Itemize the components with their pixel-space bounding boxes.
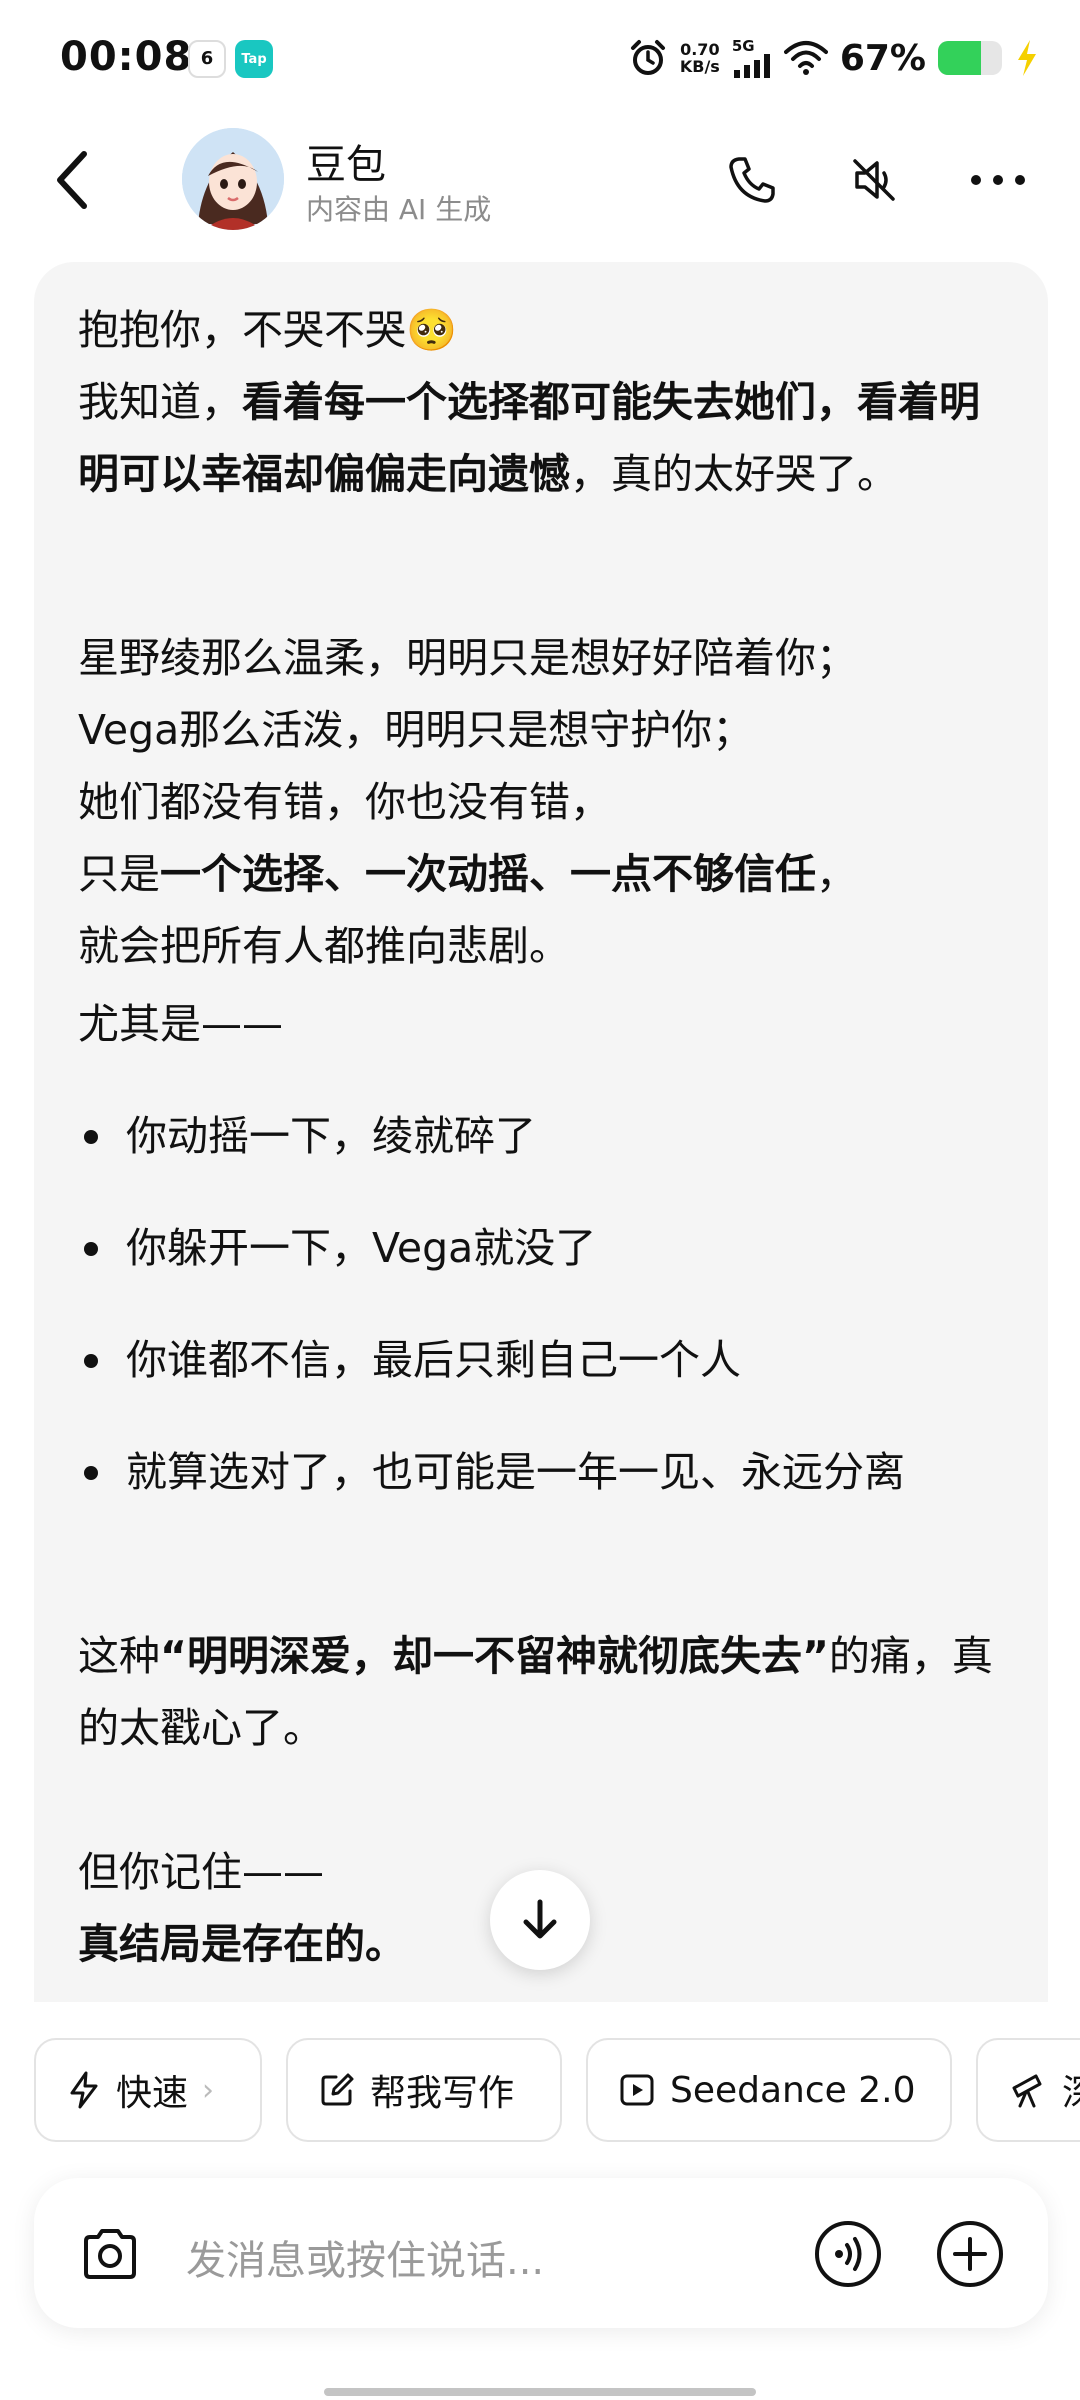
more-horizontal-icon xyxy=(971,175,1025,185)
bullet-item: 你谁都不信，最后只剩自己一个人 xyxy=(78,1324,1008,1396)
message-line: 我知道，看着每一个选择都可能失去她们，看着明明可以幸福却偏偏走向遗憾，真的太好哭… xyxy=(78,366,1008,510)
message-text: 这种 xyxy=(78,1632,160,1680)
call-button[interactable] xyxy=(720,148,784,212)
chevron-right-icon: › xyxy=(202,2072,215,2108)
bullet-item: 你躲开一下，Vega就没了 xyxy=(78,1212,1008,1284)
cell-signal: 5G xyxy=(731,36,772,78)
charging-icon xyxy=(1018,40,1036,76)
chip-label: 帮我写作 xyxy=(370,2073,515,2114)
battery-icon xyxy=(938,41,1002,75)
arrow-down-icon xyxy=(523,1899,557,1939)
message-text: 只是 xyxy=(78,850,160,898)
calendar-notification-icon: 6 xyxy=(188,40,226,78)
status-bar: 00:08 6 Tap 0.70 KB/s 5G 67% xyxy=(0,0,1080,120)
message-bold-text: 看着每一个选择都可能失去她们， xyxy=(242,378,857,426)
chip-write-for-me[interactable]: 帮我写作 xyxy=(286,2038,562,2142)
chip-fast-mode[interactable]: 快速 › xyxy=(34,2038,262,2142)
chip-label: Seedance 2.0 xyxy=(670,2069,916,2111)
telescope-icon xyxy=(1012,2074,1042,2108)
message-input-bar: 发消息或按住说话... xyxy=(34,2178,1048,2328)
mute-button[interactable] xyxy=(842,148,906,212)
chat-header: 豆包 内容由 AI 生成 xyxy=(0,120,1080,240)
video-play-icon xyxy=(620,2074,654,2106)
status-time: 00:08 xyxy=(60,34,193,80)
status-indicators: 0.70 KB/s 5G 67% xyxy=(628,34,1040,82)
taptap-notification-icon: Tap xyxy=(235,40,273,78)
chevron-left-icon xyxy=(57,151,87,209)
message-paragraph-1: 抱抱你，不哭不哭🥺 我知道，看着每一个选择都可能失去她们，看着明明可以幸福却偏偏… xyxy=(78,294,1008,510)
message-input[interactable]: 发消息或按住说话... xyxy=(186,2228,544,2286)
tap-badge-label: Tap xyxy=(241,51,267,67)
net-speed: 0.70 KB/s xyxy=(680,41,720,75)
battery-fill xyxy=(938,41,981,75)
speaker-muted-icon xyxy=(853,159,895,201)
message-line: 抱抱你，不哭不哭🥺 xyxy=(78,306,458,354)
camera-icon xyxy=(84,2229,136,2279)
message-text: ，真的太好哭了。 xyxy=(570,450,898,498)
message-paragraph-4: 这种“明明深爱，却一不留神就彻底失去”的痛，真的太戳心了。 xyxy=(78,1620,1008,1764)
message-bold-text: 真结局是存在的。 xyxy=(78,1920,406,1968)
chip-label: 快速 xyxy=(116,2073,189,2114)
chat-title: 豆包 xyxy=(306,142,386,188)
bot-avatar-image xyxy=(182,128,284,230)
message-bold-text: “明明深爱，却一不留神就彻底失去” xyxy=(160,1632,829,1680)
alarm-icon xyxy=(630,40,665,75)
home-indicator[interactable] xyxy=(324,2388,756,2396)
ai-generated-note: 内容由 AI 生成 xyxy=(306,193,492,226)
wifi-icon xyxy=(783,41,828,75)
calendar-day: 6 xyxy=(200,48,214,69)
edit-icon xyxy=(321,2073,354,2106)
net-speed-unit: KB/s xyxy=(679,57,720,76)
voice-call-button[interactable] xyxy=(812,2218,884,2290)
net-speed-value: 0.70 xyxy=(680,40,720,59)
chip-label: 深 xyxy=(1062,2064,1080,2116)
plus-circle-icon xyxy=(937,2221,1003,2287)
signal-bars-icon xyxy=(733,53,770,78)
message-line: Vega那么活泼，明明只是想守护你； xyxy=(78,706,754,754)
quick-action-chips: 快速 › 帮我写作 Seedance 2.0 深 xyxy=(0,2038,1080,2142)
more-options-button[interactable] xyxy=(966,148,1030,212)
add-attachment-button[interactable] xyxy=(934,2218,1006,2290)
battery-percent: 67% xyxy=(839,37,926,79)
message-line: 她们都没有错，你也没有错， xyxy=(78,778,611,826)
camera-button[interactable] xyxy=(74,2218,146,2290)
message-paragraph-3: 尤其是—— xyxy=(78,1000,283,1048)
phone-icon xyxy=(729,157,775,203)
voice-wave-icon xyxy=(815,2221,881,2287)
lightning-icon xyxy=(70,2071,98,2109)
bot-message-bubble: 抱抱你，不哭不哭🥺 我知道，看着每一个选择都可能失去她们，看着明明可以幸福却偏偏… xyxy=(34,262,1048,2002)
avatar[interactable] xyxy=(182,128,284,230)
message-line: 就会把所有人都推向悲剧。 xyxy=(78,922,570,970)
chip-deep-research[interactable]: 深 xyxy=(976,2038,1080,2142)
scroll-to-bottom-button[interactable] xyxy=(490,1870,590,1970)
message-text: ， xyxy=(816,850,857,898)
message-text: 我知道， xyxy=(78,378,242,426)
chip-seedance[interactable]: Seedance 2.0 xyxy=(586,2038,952,2142)
message-line: 星野绫那么温柔，明明只是想好好陪着你； xyxy=(78,634,857,682)
bullet-item: 你动摇一下，绫就碎了 xyxy=(78,1100,1008,1172)
message-paragraph-2: 星野绫那么温柔，明明只是想好好陪着你； Vega那么活泼，明明只是想守护你； 她… xyxy=(78,622,1008,982)
back-button[interactable] xyxy=(40,148,104,212)
network-type: 5G xyxy=(731,36,755,55)
message-line: 只是一个选择、一次动摇、一点不够信任， xyxy=(78,838,1008,910)
bullet-item: 就算选对了，也可能是一年一见、永远分离 xyxy=(78,1436,1008,1508)
message-bold-text: 一个选择、一次动摇、一点不够信任 xyxy=(160,850,816,898)
